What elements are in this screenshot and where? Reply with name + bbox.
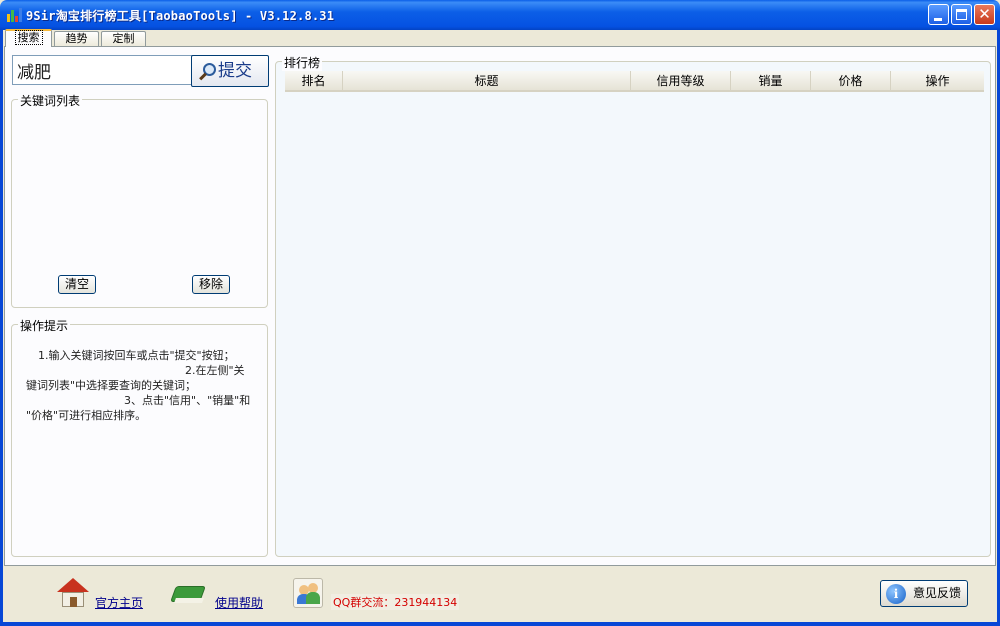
tab-trend-label: 趋势 [65,32,88,45]
keyword-search-input[interactable] [12,55,195,85]
window-frame-bottom [0,622,1000,626]
tip-line: 2.在左侧"关 [185,364,245,377]
ranking-title: 排行榜 [282,54,323,71]
column-header-sales[interactable]: 销量 [731,71,811,92]
maximize-button[interactable] [951,4,972,25]
keyword-list-title: 关键词列表 [18,92,83,109]
house-icon[interactable] [57,578,89,608]
help-link[interactable]: 使用帮助 [215,594,263,611]
column-header-price[interactable]: 价格 [811,71,891,92]
tips-text: 1.输入关键词按回车或点击"提交"按钮； 2.在左侧"关 键词列表"中选择要查询… [26,348,258,423]
minimize-button[interactable] [928,4,949,25]
tab-custom-label: 定制 [112,32,135,45]
tab-search[interactable]: 搜索 [5,29,52,47]
ranking-grid-body[interactable] [285,94,984,552]
close-button[interactable]: ✕ [974,4,995,25]
column-header-action[interactable]: 操作 [891,71,984,92]
users-icon[interactable] [293,578,323,608]
tip-line: 1.输入关键词按回车或点击"提交"按钮； [38,349,235,362]
clear-button[interactable]: 清空 [58,275,96,294]
column-header-rank[interactable]: 排名 [285,71,343,92]
tips-title: 操作提示 [18,317,71,334]
tip-line: "价格"可进行相应排序。 [26,409,147,422]
ranking-grid-header: 排名 标题 信用等级 销量 价格 操作 [285,71,984,92]
feedback-button-label: 意见反馈 [913,586,962,600]
info-icon: i [886,584,906,604]
tip-line: 键词列表"中选择要查询的关键词； [26,379,197,392]
submit-button-label: 提交 [218,61,252,81]
close-icon: ✕ [978,5,991,23]
qq-group-text: QQ群交流：231944134 [331,594,460,610]
keyword-list[interactable] [14,110,264,270]
window-frame-left [0,30,3,626]
column-header-title[interactable]: 标题 [343,71,631,92]
tab-custom[interactable]: 定制 [101,31,146,47]
home-link[interactable]: 官方主页 [95,594,143,611]
book-icon[interactable] [170,580,206,608]
bar-chart-icon [6,7,22,23]
tab-trend[interactable]: 趋势 [54,31,99,47]
column-header-credit[interactable]: 信用等级 [631,71,731,92]
tab-search-label: 搜索 [14,30,43,45]
submit-button[interactable]: 提交 [191,55,269,87]
title-bar[interactable]: 9Sir淘宝排行榜工具[TaobaoTools] - V3.12.8.31 ✕ [0,0,1000,30]
window-title: 9Sir淘宝排行榜工具[TaobaoTools] - V3.12.8.31 [26,9,335,23]
magnifier-icon [198,62,218,82]
remove-button[interactable]: 移除 [192,275,230,294]
feedback-button[interactable]: i 意见反馈 [880,580,968,607]
tip-line: 3、点击"信用"、"销量"和 [124,394,251,407]
